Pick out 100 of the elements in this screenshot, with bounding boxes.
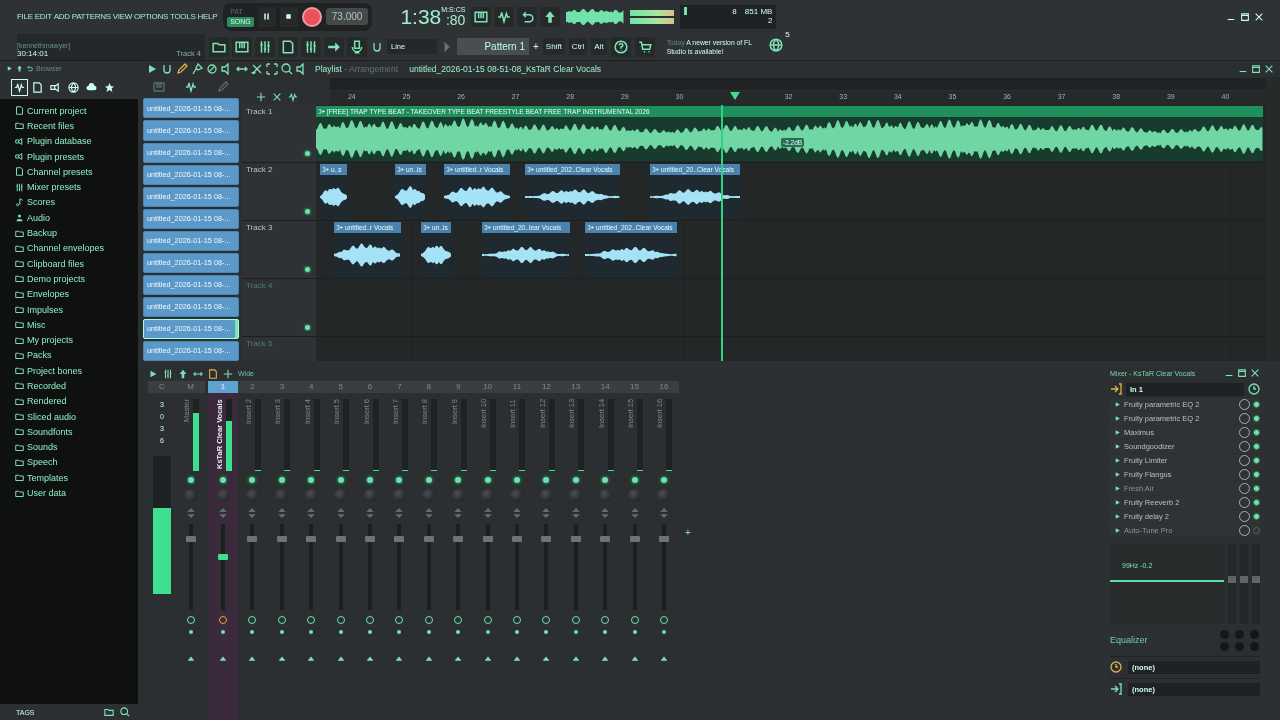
- pattern-selector[interactable]: Pattern 1: [457, 38, 529, 55]
- globe-icon[interactable]: [768, 37, 783, 52]
- browser-item[interactable]: Channel envelopes: [27, 243, 105, 254]
- fader-thumb[interactable]: [453, 536, 464, 542]
- add-insert-button[interactable]: +: [685, 527, 691, 538]
- browser-item[interactable]: Demo projects: [27, 273, 86, 284]
- browser-item[interactable]: Audio: [27, 212, 51, 223]
- maximize-icon[interactable]: [1251, 64, 1261, 74]
- fader-thumb[interactable]: [185, 536, 196, 542]
- fader-thumb[interactable]: [541, 536, 552, 542]
- add-pattern-button[interactable]: +: [533, 41, 539, 52]
- pause-button[interactable]: [257, 6, 276, 27]
- route-arrow-icon[interactable]: [570, 654, 581, 664]
- route-toggle[interactable]: [221, 630, 226, 634]
- brush-icon[interactable]: [191, 63, 203, 75]
- up-down-arrow-icon[interactable]: [482, 508, 493, 518]
- menu-item[interactable]: FILE: [17, 12, 33, 21]
- effect-toggle[interactable]: [1253, 485, 1260, 492]
- route-arrow-icon[interactable]: [423, 654, 434, 664]
- browser-item[interactable]: Envelopes: [27, 289, 70, 300]
- route-toggle[interactable]: [368, 630, 373, 634]
- effect-toggle[interactable]: [1253, 527, 1260, 534]
- clip-menu-icon[interactable]: [587, 224, 594, 231]
- menu-item[interactable]: VIEW: [112, 12, 133, 21]
- modifier-key[interactable]: Shift: [542, 38, 565, 55]
- route-toggle[interactable]: [397, 630, 402, 634]
- route-toggle[interactable]: [661, 630, 666, 634]
- route-toggle[interactable]: [573, 630, 578, 634]
- effect-toggle[interactable]: [1253, 471, 1260, 478]
- clip-menu-icon[interactable]: [322, 166, 329, 173]
- play-icon[interactable]: [148, 368, 158, 379]
- mute-toggle[interactable]: [543, 477, 550, 483]
- effect-toggle[interactable]: [1253, 499, 1260, 506]
- browser-item[interactable]: Recent files: [27, 120, 75, 131]
- browser-item[interactable]: Current project: [27, 105, 87, 116]
- selection-icon[interactable]: [266, 63, 278, 75]
- mute-toggle[interactable]: [572, 477, 579, 483]
- microphone-button[interactable]: [347, 36, 367, 57]
- up-down-arrow-icon[interactable]: [247, 508, 258, 518]
- route-arrow-icon[interactable]: [306, 654, 317, 664]
- route-toggle[interactable]: [456, 630, 461, 634]
- browser-item[interactable]: Packs: [27, 350, 52, 361]
- clip-menu-icon[interactable]: [527, 166, 534, 173]
- stop-button[interactable]: [279, 6, 298, 27]
- plus-icon[interactable]: [256, 92, 266, 102]
- browser-item[interactable]: Plugin database: [27, 136, 92, 147]
- eq-fader[interactable]: [1228, 544, 1236, 624]
- mute-toggle[interactable]: [337, 477, 344, 483]
- clip-menu-icon[interactable]: [336, 224, 343, 231]
- route-toggle[interactable]: [426, 630, 431, 634]
- clip-menu-icon[interactable]: [397, 166, 404, 173]
- route-arrow-icon[interactable]: [541, 654, 552, 664]
- fader-thumb[interactable]: [247, 536, 258, 542]
- route-arrow-icon[interactable]: [335, 654, 346, 664]
- browser-item[interactable]: Soundfonts: [27, 426, 73, 437]
- route-arrow-icon[interactable]: [394, 654, 405, 664]
- browser-item[interactable]: Sliced audio: [27, 411, 77, 422]
- fader-thumb[interactable]: [512, 536, 522, 542]
- close-icon[interactable]: [1264, 64, 1274, 74]
- route-toggle[interactable]: [250, 630, 255, 634]
- keyboard-button[interactable]: [471, 6, 492, 27]
- up-down-arrow-icon[interactable]: [394, 508, 405, 518]
- mute-toggle[interactable]: [425, 477, 432, 483]
- mute-toggle[interactable]: [514, 477, 520, 483]
- playhead-marker[interactable]: [730, 92, 740, 100]
- menu-item[interactable]: PATTERNS: [71, 12, 111, 21]
- modifier-key[interactable]: Ctrl: [568, 38, 588, 55]
- play-icon[interactable]: [146, 63, 158, 75]
- up-down-arrow-icon[interactable]: [658, 508, 669, 518]
- route-arrow-icon[interactable]: [658, 654, 669, 664]
- arrow-button[interactable]: [324, 36, 344, 57]
- no-entry-icon[interactable]: [206, 63, 218, 75]
- close-icon[interactable]: [272, 92, 282, 102]
- record-button[interactable]: [301, 6, 322, 27]
- keyboard-button[interactable]: [232, 36, 252, 57]
- route-toggle[interactable]: [309, 630, 314, 634]
- maximize-icon[interactable]: [1237, 368, 1247, 378]
- clip-menu-icon[interactable]: [423, 224, 430, 231]
- menu-item[interactable]: HELP: [197, 12, 218, 21]
- browser-item[interactable]: Plugin presets: [27, 151, 85, 162]
- folder-icon[interactable]: [104, 707, 114, 717]
- fader-thumb[interactable]: [600, 536, 611, 542]
- fader-thumb[interactable]: [482, 536, 493, 542]
- mute-toggle[interactable]: [660, 477, 667, 483]
- clip-menu-icon[interactable]: [484, 224, 491, 231]
- file-icon[interactable]: [208, 368, 218, 379]
- folder-button[interactable]: [209, 36, 229, 57]
- magnet-icon[interactable]: [371, 40, 383, 53]
- up-arrow-button[interactable]: [540, 6, 561, 27]
- plus-icon[interactable]: [223, 368, 233, 379]
- browser-item[interactable]: Sounds: [27, 442, 58, 453]
- mute-toggle[interactable]: [631, 477, 638, 483]
- browser-item[interactable]: Speech: [27, 457, 58, 468]
- fader-thumb[interactable]: [423, 536, 434, 542]
- track-toggle[interactable]: [305, 325, 310, 330]
- tempo-field[interactable]: 73.000: [325, 8, 369, 25]
- up-down-arrow-icon[interactable]: [335, 508, 346, 518]
- mute-toggle[interactable]: [484, 477, 491, 483]
- browser-item[interactable]: Project bones: [27, 365, 83, 376]
- browser-item[interactable]: Rendered: [27, 396, 67, 407]
